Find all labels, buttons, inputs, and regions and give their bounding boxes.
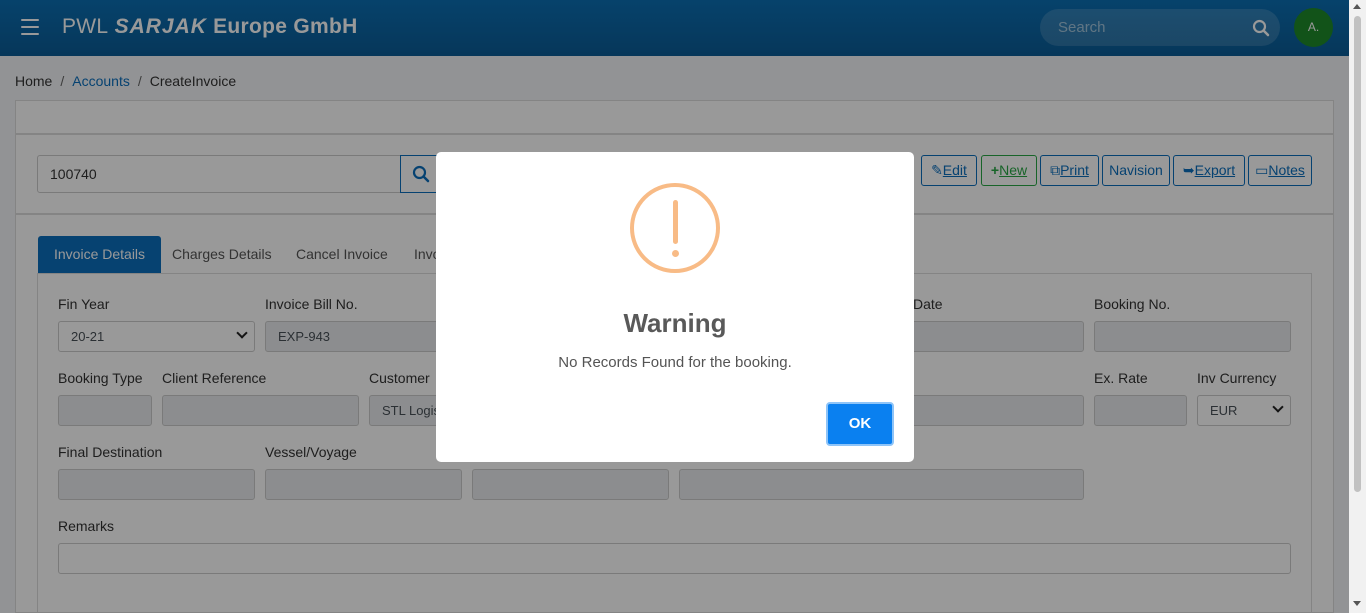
scroll-up-icon[interactable] <box>1353 4 1361 9</box>
warning-icon <box>630 183 720 273</box>
ok-button[interactable]: OK <box>826 402 894 446</box>
page-scrollbar[interactable] <box>1349 0 1366 613</box>
scroll-down-icon[interactable] <box>1353 601 1361 606</box>
warning-dialog: Warning No Records Found for the booking… <box>436 152 914 462</box>
dialog-title: Warning <box>623 308 727 338</box>
dialog-message: No Records Found for the booking. <box>558 354 792 371</box>
scrollbar-thumb[interactable] <box>1354 16 1361 492</box>
